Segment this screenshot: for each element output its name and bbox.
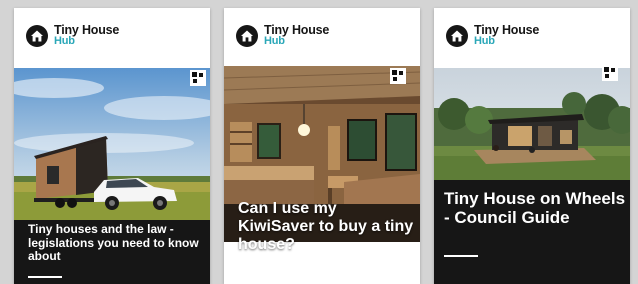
qr-code-icon <box>602 65 618 81</box>
article-card-kiwisaver[interactable]: Tiny House Hub Can I use my KiwiSaver to… <box>224 8 420 284</box>
brand-logo: Tiny House Hub <box>446 22 539 50</box>
house-logo-icon <box>446 25 468 47</box>
article-card-council-guide[interactable]: Tiny House Hub Tiny House on Wheels - Co… <box>434 8 630 284</box>
qr-code-icon <box>190 70 206 86</box>
house-logo-icon <box>26 25 48 47</box>
brand-sub: Hub <box>474 35 495 47</box>
title-underline <box>238 277 272 279</box>
tiny-house-trailer-with-car-photo <box>14 68 210 220</box>
brand-sub: Hub <box>264 35 285 47</box>
house-logo-icon <box>236 25 258 47</box>
tiny-house-deck-forest-photo <box>434 68 630 180</box>
title-underline <box>28 276 62 278</box>
article-card-tiny-houses-law[interactable]: Tiny House Hub Tiny houses and the law -… <box>14 8 210 284</box>
brand-logo: Tiny House Hub <box>26 22 119 50</box>
card-title: Tiny houses and the law - legislations y… <box>28 222 199 263</box>
brand-logo: Tiny House Hub <box>236 22 329 50</box>
card-title: Can I use my KiwiSaver to buy a tiny hou… <box>238 200 414 253</box>
title-underline <box>444 255 478 257</box>
brand-sub: Hub <box>54 35 75 47</box>
qr-code-icon <box>390 68 406 84</box>
card-title: Tiny House on Wheels - Council Guide <box>444 189 626 227</box>
